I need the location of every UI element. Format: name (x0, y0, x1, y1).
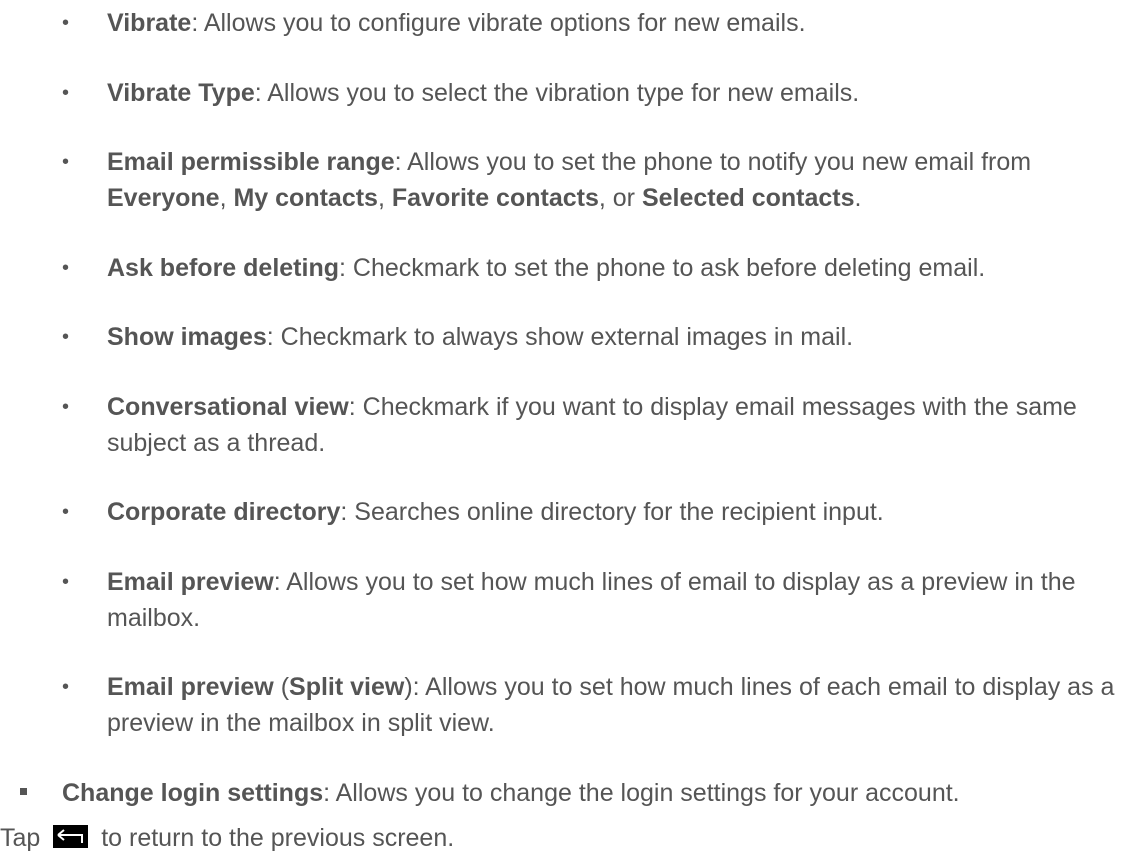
item-description: : Allows you to select the vibration typ… (254, 79, 860, 107)
separator: , (377, 184, 392, 212)
split-view-term: Split view (289, 673, 405, 701)
bullet: • (62, 82, 70, 104)
option-my-contacts: My contacts (233, 184, 378, 212)
option-everyone: Everyone (107, 184, 220, 212)
item-description: : Checkmark to always show external imag… (266, 323, 854, 351)
footer-instruction: Tap to return to the previous screen. (0, 820, 1143, 856)
bullet: • (62, 326, 70, 348)
item-text: Ask before deleting: Checkmark to set th… (107, 250, 1137, 286)
bullet: • (62, 501, 70, 523)
item-text: Email preview: Allows you to set how muc… (107, 564, 1137, 636)
item-text: Email preview (Split view): Allows you t… (107, 669, 1137, 741)
item-description: : Allows you to change the login setting… (323, 779, 960, 807)
item-term: Show images (107, 323, 267, 351)
bullet: • (62, 396, 70, 418)
bullet: • (62, 151, 70, 173)
paren-open: ( (273, 673, 290, 701)
separator: , or (598, 184, 642, 212)
item-description: : Allows you to set the phone to notify … (394, 148, 1032, 176)
item-term: Email preview (107, 673, 274, 701)
bullet: • (62, 257, 70, 279)
item-term: Ask before deleting (107, 254, 339, 282)
item-term: Vibrate Type (107, 79, 255, 107)
item-text: Corporate directory: Searches online dir… (107, 494, 1137, 530)
footer-text-before: Tap (0, 824, 48, 852)
item-term: Email preview (107, 568, 274, 596)
bullet: • (62, 676, 70, 698)
item-term: Change login settings (62, 779, 324, 807)
paren-close: ) (404, 673, 413, 701)
bullet: • (62, 12, 70, 34)
square-bullet (20, 788, 27, 795)
period: . (854, 184, 862, 212)
item-term: Vibrate (107, 9, 192, 37)
item-text: Email permissible range: Allows you to s… (107, 144, 1137, 216)
option-selected-contacts: Selected contacts (641, 184, 855, 212)
item-description: : Checkmark to set the phone to ask befo… (339, 254, 986, 282)
item-description: : Allows you to configure vibrate option… (191, 9, 806, 37)
back-icon (53, 825, 89, 848)
item-text: Vibrate: Allows you to configure vibrate… (107, 5, 1137, 41)
option-favorite-contacts: Favorite contacts (391, 184, 599, 212)
item-text: Change login settings: Allows you to cha… (62, 775, 1137, 811)
separator: , (219, 184, 234, 212)
item-term: Corporate directory (107, 498, 341, 526)
item-text: Vibrate Type: Allows you to select the v… (107, 75, 1137, 111)
item-text: Show images: Checkmark to always show ex… (107, 319, 1137, 355)
item-text: Conversational view: Checkmark if you wa… (107, 389, 1137, 461)
footer-text-after: to return to the previous screen. (94, 824, 455, 852)
item-description: : Searches online directory for the reci… (340, 498, 884, 526)
item-term: Conversational view (107, 393, 349, 421)
bullet: • (62, 571, 70, 593)
item-term: Email permissible range (107, 148, 395, 176)
